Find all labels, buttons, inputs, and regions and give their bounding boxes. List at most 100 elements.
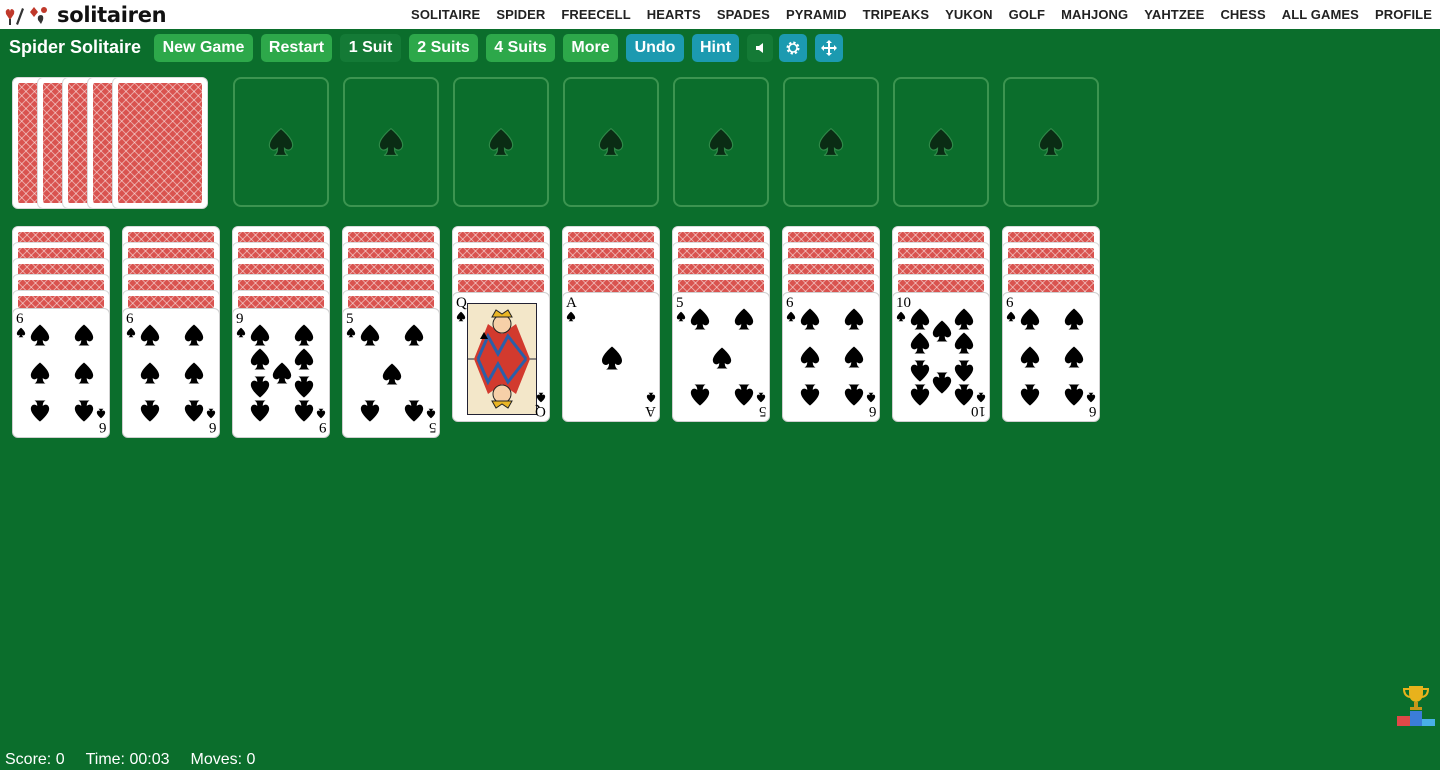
score-display: Score: 0 [5,751,65,768]
card-rank-label: Q [456,295,467,311]
spade-pip-icon [74,362,94,384]
spade-pip-icon [382,363,402,385]
spade-pip-icon [734,384,754,406]
spade-pip-icon [404,324,424,346]
playing-card-6-of-spades[interactable]: 66 [122,308,220,438]
spade-pip-icon [1064,308,1084,330]
spade-pip-icon [800,384,820,406]
site-logo[interactable]: solitairen [4,2,167,27]
card-rank-label: 6 [868,403,877,419]
spade-placeholder-icon [598,127,624,156]
spade-pip-icon [954,384,974,406]
card-rank-label: 6 [126,311,134,327]
foundation-slot[interactable] [233,77,329,207]
nav-link-freecell[interactable]: FREECELL [561,7,630,22]
foundation-slot[interactable] [563,77,659,207]
spade-pip-icon [932,320,952,342]
spade-pip-icon [30,400,50,422]
spade-pip-icon [250,348,270,370]
spade-pip-icon [294,376,314,398]
nav-link-solitaire[interactable]: SOLITAIRE [411,7,480,22]
new-game-button[interactable]: New Game [154,34,253,62]
playing-card-5-of-spades[interactable]: 55 [342,308,440,438]
foundation-slot[interactable] [1003,77,1099,207]
nav-link-hearts[interactable]: HEARTS [647,7,701,22]
card-rank-label: 6 [98,419,107,435]
nav-link-yukon[interactable]: YUKON [945,7,992,22]
playing-card-a-of-spades[interactable]: AA [562,292,660,422]
card-rank-label: 6 [16,311,24,327]
foundation-slot[interactable] [673,77,769,207]
playing-card-9-of-spades[interactable]: 99 [232,308,330,438]
queen-of-spades-illustration [468,304,536,414]
spade-pip-icon [910,308,930,330]
move-arrows-icon [821,40,837,56]
playing-card-10-of-spades[interactable]: 10 10 [892,292,990,422]
status-bar: Score: 0 Time: 00:03 Moves: 0 [5,751,255,769]
card-rank-label: A [645,403,656,419]
spade-mini-icon [16,327,26,338]
card-rank-label: 5 [676,295,684,311]
nav-link-profile[interactable]: PROFILE [1375,7,1432,22]
hint-button[interactable]: Hint [692,34,739,62]
spade-mini-icon [346,327,356,338]
spade-pip-icon [844,384,864,406]
nav-link-chess[interactable]: CHESS [1220,7,1265,22]
nav-link-spades[interactable]: SPADES [717,7,770,22]
queen-face-art [467,303,537,415]
nav-link-yahtzee[interactable]: YAHTZEE [1144,7,1204,22]
card-rank-label: 6 [1088,403,1097,419]
spade-mini-icon [456,311,466,322]
nav-link-spider[interactable]: SPIDER [496,7,545,22]
spade-pip-icon [800,346,820,368]
foundation-slot[interactable] [783,77,879,207]
card-rank-label: 6 [208,419,217,435]
move-button[interactable] [815,34,843,62]
nav-link-tripeaks[interactable]: TRIPEAKS [863,7,930,22]
sound-button[interactable] [747,34,773,62]
spade-pip-icon [954,332,974,354]
spade-mini-icon [676,311,686,322]
undo-button[interactable]: Undo [626,34,684,62]
restart-button[interactable]: Restart [261,34,332,62]
spade-pip-icon [954,360,974,382]
playing-card-5-of-spades[interactable]: 55 [672,292,770,422]
foundation-slot[interactable] [893,77,989,207]
spade-pip-icon [250,376,270,398]
leaderboard-trophy-icon[interactable] [1396,684,1436,726]
nav-link-all-games[interactable]: ALL GAMES [1282,7,1359,22]
brand-name: solitairen [57,2,167,27]
spade-pip-icon [184,400,204,422]
card-rank-label: 5 [346,311,354,327]
spade-placeholder-icon [708,127,734,156]
spade-pip-icon [1020,308,1040,330]
four-suits-button[interactable]: 4 Suits [486,34,555,62]
playing-card-q-of-spades[interactable]: QQ [452,292,550,422]
nav-link-golf[interactable]: GOLF [1009,7,1046,22]
spade-pip-icon [712,347,732,369]
spade-pip-icon [184,362,204,384]
two-suits-button[interactable]: 2 Suits [409,34,478,62]
playing-card-6-of-spades[interactable]: 66 [782,292,880,422]
spade-pip-icon [910,360,930,382]
playing-card-6-of-spades[interactable]: 66 [1002,292,1100,422]
nav-link-mahjong[interactable]: MAHJONG [1061,7,1128,22]
stock-pile[interactable] [112,77,208,209]
spade-placeholder-icon [268,127,294,156]
spade-mini-icon [536,392,546,403]
spade-pip-icon [294,324,314,346]
settings-button[interactable] [779,34,807,62]
card-rank-label: 9 [236,311,244,327]
spade-pip-icon [1064,346,1084,368]
spade-pip-icon [404,400,424,422]
playing-card-6-of-spades[interactable]: 66 [12,308,110,438]
spade-pip-icon [1064,384,1084,406]
foundation-slot[interactable] [453,77,549,207]
one-suit-button[interactable]: 1 Suit [340,34,401,62]
spade-pip-icon [932,372,952,394]
foundation-slot[interactable] [343,77,439,207]
nav-link-pyramid[interactable]: PYRAMID [786,7,847,22]
more-button[interactable]: More [563,34,618,62]
card-rank-label: A [566,295,577,311]
spade-pip-icon [294,400,314,422]
